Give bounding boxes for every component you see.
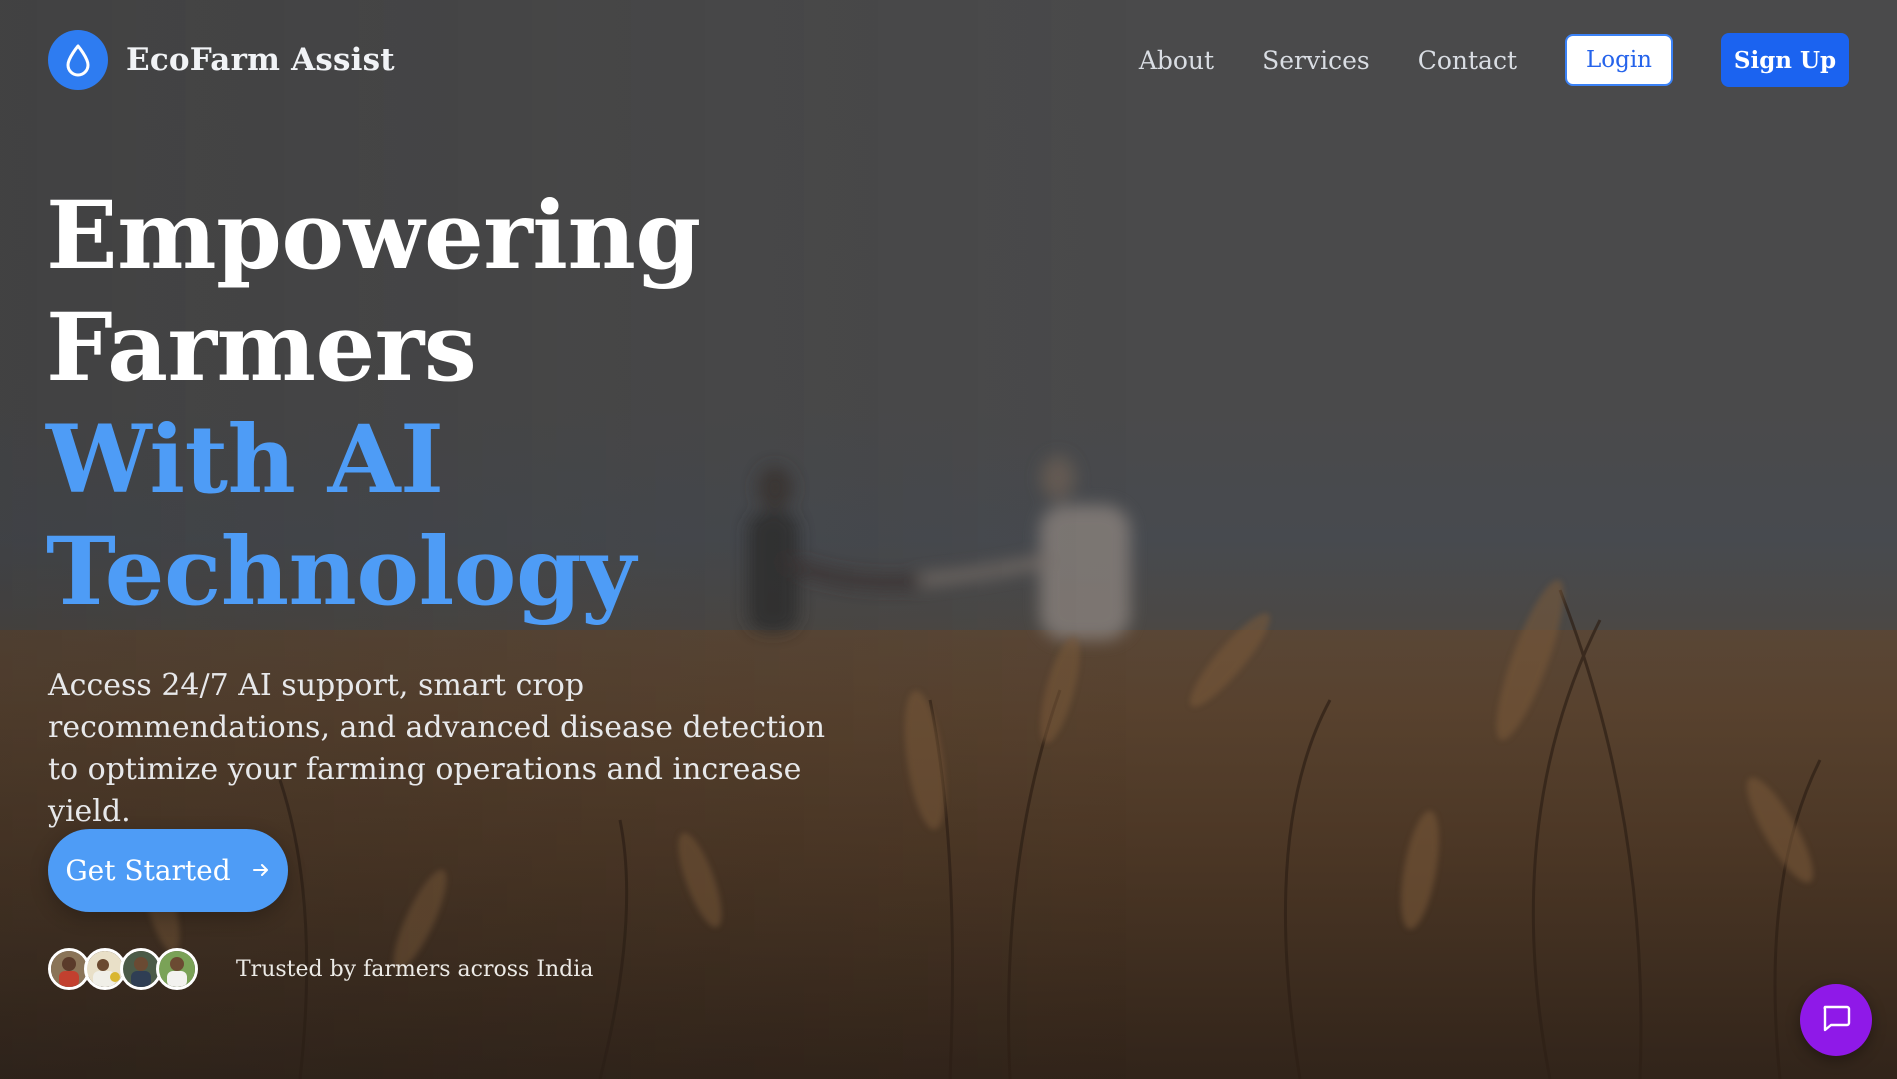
hero-highlight-line: With AI [46, 405, 444, 515]
chat-button[interactable] [1800, 984, 1872, 1056]
get-started-button[interactable]: Get Started [48, 829, 288, 912]
signup-button[interactable]: Sign Up [1721, 33, 1849, 87]
top-navbar: EcoFarm Assist About Services Contact Lo… [48, 28, 1849, 92]
hero-title-line: Empowering [46, 181, 701, 291]
avatar [156, 948, 198, 990]
hero-subtitle: Access 24/7 AI support, smart crop recom… [48, 668, 826, 829]
chat-bubble-icon [1819, 1001, 1853, 1039]
trust-text: Trusted by farmers across India [236, 956, 594, 982]
main-nav: About Services Contact Login Sign Up [1139, 33, 1849, 87]
nav-link-services[interactable]: Services [1262, 46, 1370, 75]
trust-section: Trusted by farmers across India [48, 948, 593, 990]
hero-heading: Empowering Farmers With AI Technology [46, 180, 701, 628]
get-started-label: Get Started [65, 854, 231, 887]
nav-link-about[interactable]: About [1139, 46, 1214, 75]
nav-link-contact[interactable]: Contact [1418, 46, 1517, 75]
water-drop-icon [48, 30, 108, 90]
hero-title-line: Farmers [46, 293, 477, 403]
brand[interactable]: EcoFarm Assist [48, 30, 395, 90]
farmer-avatars [48, 948, 198, 990]
arrow-right-icon [251, 854, 271, 887]
hero-highlight-line: Technology [46, 517, 636, 627]
login-button[interactable]: Login [1565, 34, 1673, 86]
brand-name: EcoFarm Assist [126, 42, 395, 78]
